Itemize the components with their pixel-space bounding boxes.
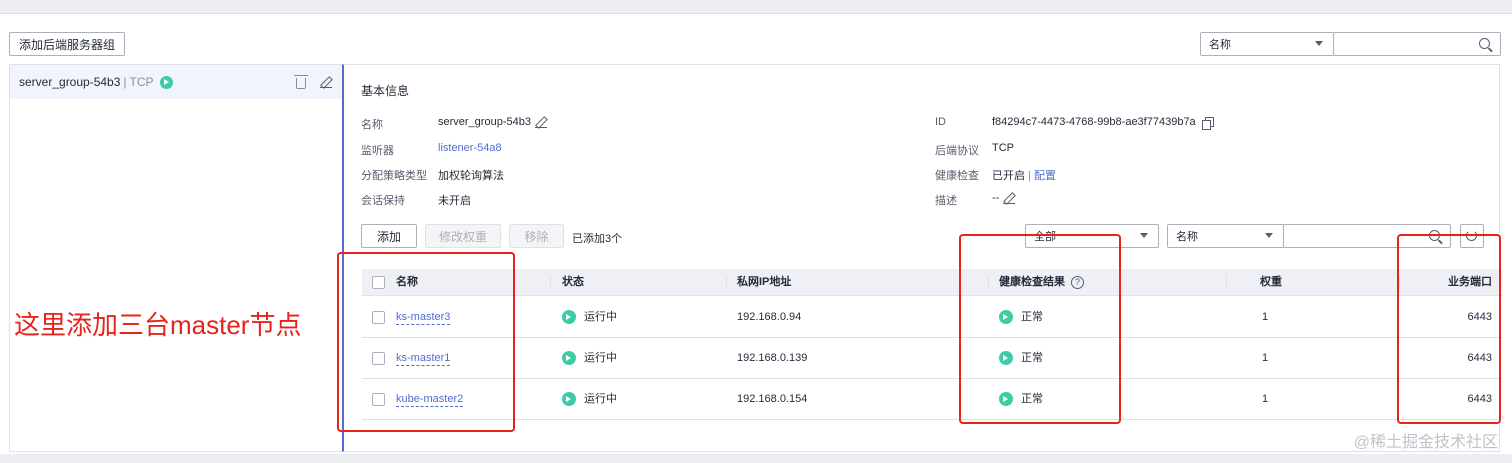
group-search-input[interactable] — [1333, 32, 1501, 56]
column-divider — [726, 275, 727, 290]
remove-button[interactable]: 移除 — [509, 224, 564, 248]
running-status-icon — [159, 75, 173, 89]
delete-icon[interactable] — [294, 75, 308, 89]
server-group-list: server_group-54b3 | TCP — [9, 64, 343, 452]
session-value: 未开启 — [438, 195, 471, 207]
chevron-down-icon — [1140, 233, 1148, 238]
bottom-bar — [0, 454, 1512, 463]
added-count-text: 已添加3个 — [572, 233, 623, 245]
row-status-cell: 运行中 — [562, 379, 617, 420]
health-check-status: 已开启 — [992, 170, 1025, 182]
watermark: @稀土掘金技术社区 — [1353, 434, 1498, 451]
chevron-down-icon — [1315, 41, 1323, 46]
column-divider — [550, 275, 551, 290]
row-status-text: 运行中 — [584, 352, 617, 364]
edit-description-icon[interactable] — [1003, 192, 1016, 205]
table-row[interactable]: kube-master2 运行中 192.168.0.154 正常 1 6443 — [362, 379, 1502, 420]
header-status: 状态 — [562, 276, 584, 288]
table-row[interactable]: ks-master3 运行中 192.168.0.94 正常 1 6443 — [362, 297, 1502, 338]
algorithm-label: 分配策略类型 — [361, 170, 427, 182]
health-check-label: 健康检查 — [935, 170, 979, 182]
search-icon[interactable] — [1479, 38, 1490, 49]
row-status-text: 运行中 — [584, 393, 617, 405]
name-label: 名称 — [361, 119, 383, 131]
row-weight-cell: 1 — [1262, 393, 1269, 405]
edit-icon[interactable] — [320, 76, 332, 88]
header-private-ip: 私网IP地址 — [737, 276, 792, 288]
row-weight-cell: 1 — [1262, 352, 1269, 364]
description-label: 描述 — [935, 195, 957, 207]
row-status-cell: 运行中 — [562, 338, 617, 379]
server-group-name: server_group-54b3 — [19, 75, 121, 89]
row-ip-cell: 192.168.0.154 — [737, 393, 808, 405]
row-status-text: 运行中 — [584, 311, 617, 323]
filter-field-select[interactable]: 名称 — [1200, 32, 1334, 56]
description-value-text: -- — [992, 192, 1000, 204]
annotation-box-health-column — [959, 234, 1121, 424]
top-bar — [0, 0, 1512, 14]
algorithm-value: 加权轮询算法 — [438, 170, 504, 182]
basic-info-title: 基本信息 — [361, 84, 410, 98]
table-header: 名称 状态 私网IP地址 健康检查结果? 权重 业务端口 — [362, 269, 1502, 296]
name-value: server_group-54b3 — [438, 116, 547, 129]
chevron-down-icon — [1265, 233, 1273, 238]
server-filter-field-value: 名称 — [1176, 231, 1198, 243]
running-icon — [562, 351, 576, 366]
row-status-cell: 运行中 — [562, 297, 617, 338]
annotation-box-name-column — [337, 252, 515, 432]
modify-weight-button[interactable]: 修改权重 — [425, 224, 501, 248]
server-group-item[interactable]: server_group-54b3 | TCP — [10, 65, 343, 99]
session-label: 会话保持 — [361, 195, 405, 207]
listener-link[interactable]: listener-54a8 — [438, 142, 502, 154]
filter-field-select-value: 名称 — [1209, 39, 1231, 51]
row-ip-cell: 192.168.0.94 — [737, 311, 802, 323]
id-value-text: f84294c7-4473-4768-99b8-ae3f77439b7a — [992, 116, 1196, 128]
running-icon — [562, 392, 576, 407]
main-panel: 添加后端服务器组 名称 server_group-54b3 | TCP 基本信息… — [0, 14, 1512, 454]
health-check-config-link[interactable]: 配置 — [1034, 170, 1056, 182]
row-ip-cell: 192.168.0.139 — [737, 352, 808, 364]
listener-label: 监听器 — [361, 145, 394, 157]
add-backend-server-button[interactable]: 添加 — [361, 224, 417, 248]
id-label: ID — [935, 116, 946, 128]
column-divider — [1226, 275, 1227, 290]
server-group-separator: | — [123, 75, 127, 89]
server-group-detail: 基本信息 名称 server_group-54b3 监听器 listener-5… — [342, 64, 1502, 452]
health-check-separator: | — [1028, 170, 1031, 182]
server-group-protocol: TCP — [129, 75, 154, 89]
backend-protocol-value: TCP — [992, 142, 1014, 154]
description-value: -- — [992, 192, 1016, 205]
header-weight: 权重 — [1260, 276, 1282, 288]
copy-icon[interactable] — [1201, 116, 1214, 130]
health-check-value: 已开启 | 配置 — [992, 167, 1056, 183]
running-icon — [562, 310, 576, 325]
annotation-text: 这里添加三台master节点 — [14, 310, 302, 340]
edit-name-icon[interactable] — [534, 116, 547, 129]
row-weight-cell: 1 — [1262, 311, 1269, 323]
backend-protocol-label: 后端协议 — [935, 145, 979, 157]
table-row[interactable]: ks-master1 运行中 192.168.0.139 正常 1 6443 — [362, 338, 1502, 379]
id-value: f84294c7-4473-4768-99b8-ae3f77439b7a — [992, 116, 1214, 130]
name-value-text: server_group-54b3 — [438, 116, 531, 128]
annotation-box-port-column — [1397, 234, 1501, 424]
add-server-group-button[interactable]: 添加后端服务器组 — [9, 32, 125, 56]
server-filter-field-select[interactable]: 名称 — [1167, 224, 1284, 248]
